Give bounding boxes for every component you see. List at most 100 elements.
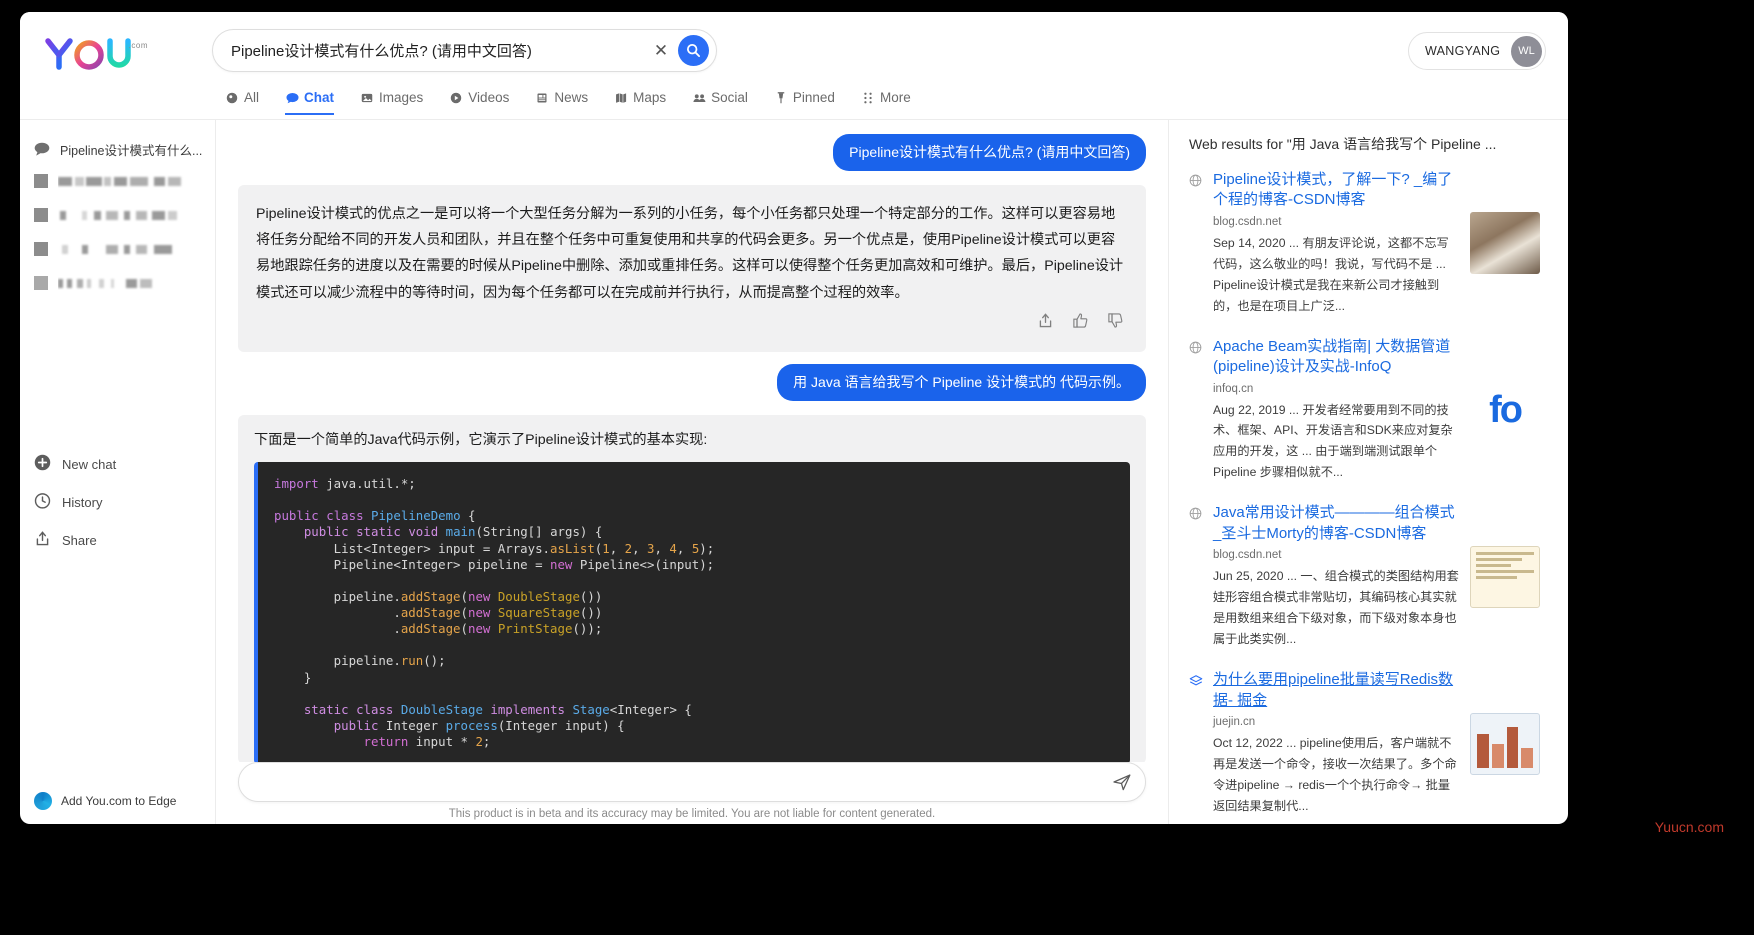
thumbs-up-icon[interactable] (1072, 312, 1089, 338)
result-url: juejin.cn (1213, 715, 1256, 728)
message-row-user: Pipeline设计模式有什么优点? (请用中文回答) (238, 134, 1146, 171)
username-label: WANGYANG (1425, 44, 1501, 58)
close-icon[interactable]: ✕ (648, 38, 674, 64)
send-icon (1113, 774, 1131, 791)
chat-sidebar: Pipeline设计模式有什么... New chat History Shar… (20, 120, 216, 824)
logo-suffix: .com (128, 41, 148, 50)
list-item[interactable] (20, 266, 215, 300)
tab-chat[interactable]: Chat (285, 90, 335, 115)
result-item[interactable]: Pipeline设计模式，了解一下? _编了个程的博客-CSDN博客 blog.… (1189, 170, 1540, 317)
result-thumbnail[interactable] (1470, 545, 1540, 608)
send-button[interactable] (1107, 767, 1137, 797)
tab-label: Videos (468, 90, 510, 105)
search-button[interactable] (678, 35, 709, 66)
account-menu[interactable]: WANGYANG WL (1408, 32, 1546, 70)
list-item[interactable] (20, 198, 215, 232)
people-icon (692, 91, 706, 105)
tab-label: More (879, 90, 911, 105)
redacted-icon (34, 242, 48, 256)
assistant-intro-text: 下面是一个简单的Java代码示例，它演示了Pipeline设计模式的基本实现: (254, 432, 708, 449)
clock-icon (34, 492, 51, 512)
result-item[interactable]: Apache Beam实战指南| 大数据管道(pipeline)设计及实战-In… (1189, 337, 1540, 484)
search-tabs: All Chat Images Videos News Maps Social … (20, 90, 1568, 120)
result-title[interactable]: Java常用设计模式————组合模式_圣斗士Morty的博客-CSDN博客 (1213, 503, 1460, 544)
watermark: Yuucn.com (1654, 819, 1724, 835)
edge-icon (34, 792, 52, 810)
thumbs-down-icon[interactable] (1107, 312, 1124, 338)
assistant-message: Pipeline设计模式的优点之一是可以将一个大型任务分解为一系列的小任务，每个… (238, 184, 1146, 353)
user-message: Pipeline设计模式有什么优点? (请用中文回答) (833, 134, 1146, 171)
grid-dots-icon (861, 91, 875, 105)
share-button[interactable]: Share (20, 521, 215, 559)
result-title[interactable]: Apache Beam实战指南| 大数据管道(pipeline)设计及实战-In… (1213, 337, 1460, 378)
result-title[interactable]: 为什么要用pipeline批量读写Redis数据- 掘金 (1213, 670, 1460, 711)
tab-all[interactable]: All (225, 90, 259, 113)
app-header: .com Pipeline设计模式有什么优点? (请用中文回答) ✕ WANGY… (20, 12, 1568, 90)
search-bar[interactable]: Pipeline设计模式有什么优点? (请用中文回答) ✕ (212, 29, 717, 72)
assistant-message-code: 下面是一个简单的Java代码示例，它演示了Pipeline设计模式的基本实现: … (238, 415, 1146, 762)
globe-icon (1189, 337, 1203, 484)
you-logo[interactable]: .com (44, 37, 147, 73)
web-results-panel[interactable]: Web results for "用 Java 语言给我写个 Pipeline … (1168, 120, 1568, 824)
globe-icon (1189, 503, 1203, 650)
redis-diagram (1470, 712, 1540, 775)
result-thumbnail[interactable] (1470, 212, 1540, 275)
tab-maps[interactable]: Maps (614, 90, 666, 113)
result-thumbnail[interactable]: fo (1470, 379, 1540, 442)
chat-message-list[interactable]: Pipeline设计模式有什么优点? (请用中文回答) Pipeline设计模式… (216, 120, 1168, 762)
result-url: blog.csdn.net (1213, 549, 1282, 562)
assistant-message-text: Pipeline设计模式的优点之一是可以将一个大型任务分解为一系列的小任务，每个… (256, 205, 1124, 301)
chat-panel: Pipeline设计模式有什么优点? (请用中文回答) Pipeline设计模式… (216, 120, 1168, 824)
tab-label: Chat (304, 90, 335, 105)
list-item[interactable] (20, 232, 215, 266)
message-input[interactable] (239, 774, 1107, 790)
map-icon (614, 91, 628, 105)
beta-disclaimer: This product is in beta and its accuracy… (448, 808, 936, 820)
result-thumbnail[interactable] (1470, 712, 1540, 775)
tab-label: News (554, 90, 589, 105)
history-button[interactable]: History (20, 483, 215, 521)
message-composer[interactable] (238, 762, 1146, 802)
results-heading: Web results for "用 Java 语言给我写个 Pipeline … (1189, 136, 1497, 152)
tab-news[interactable]: News (535, 90, 588, 113)
result-title[interactable]: Pipeline设计模式，了解一下? _编了个程的博客-CSDN博客 (1213, 170, 1460, 211)
list-item[interactable] (20, 164, 215, 198)
tab-social[interactable]: Social (692, 90, 748, 113)
result-snippet: Jun 25, 2020 ... 一、组合模式的类图结构用套娃形容组合模式非常贴… (1213, 569, 1459, 647)
result-item[interactable]: Java常用设计模式————组合模式_圣斗士Morty的博客-CSDN博客 bl… (1189, 503, 1540, 650)
chat-icon (285, 91, 299, 105)
sidebar-actions: New chat History Share (20, 445, 215, 559)
tab-images[interactable]: Images (360, 90, 423, 113)
tab-videos[interactable]: Videos (449, 90, 509, 113)
app-window: .com Pipeline设计模式有什么优点? (请用中文回答) ✕ WANGY… (20, 12, 1568, 824)
result-item[interactable]: 为什么要用pipeline批量读写Redis数据- 掘金 juejin.cn O… (1189, 670, 1540, 817)
add-to-edge-button[interactable]: Add You.com to Edge (34, 792, 176, 810)
sidebar-action-label: Share (62, 532, 97, 548)
tab-pinned[interactable]: Pinned (774, 90, 835, 113)
search-input[interactable]: Pipeline设计模式有什么优点? (请用中文回答) (213, 40, 648, 61)
result-snippet: Sep 14, 2020 ... 有朋友评论说，这都不忘写代码，这么敬业的吗！我… (1213, 235, 1449, 313)
new-chat-button[interactable]: New chat (20, 445, 215, 483)
message-actions (256, 306, 1128, 344)
redacted-icon (34, 276, 48, 290)
add-to-edge-label: Add You.com to Edge (61, 794, 177, 808)
tab-more[interactable]: More (861, 90, 911, 113)
redacted-text (58, 209, 203, 222)
share-icon[interactable] (1037, 312, 1054, 338)
avatar[interactable]: WL (1511, 35, 1542, 67)
redacted-text (58, 277, 203, 290)
redacted-text (58, 243, 203, 256)
layers-icon (1189, 670, 1203, 817)
coffee-photo (1470, 212, 1540, 275)
globe-icon (225, 91, 239, 105)
globe-icon (1189, 170, 1203, 317)
tab-label: Maps (633, 90, 667, 105)
code-block[interactable]: import java.util.*; public class Pipelin… (254, 462, 1130, 762)
result-snippet: Aug 22, 2019 ... 开发者经常要用到不同的技术、框架、API、开发… (1213, 402, 1453, 480)
sidebar-item-active-chat[interactable]: Pipeline设计模式有什么... (20, 134, 215, 164)
result-url: infoq.cn (1213, 382, 1254, 395)
tab-label: Pinned (792, 90, 835, 105)
tab-label: All (244, 90, 260, 105)
user-message: 用 Java 语言给我写个 Pipeline 设计模式的 代码示例。 (777, 364, 1146, 402)
redacted-text (58, 175, 203, 188)
